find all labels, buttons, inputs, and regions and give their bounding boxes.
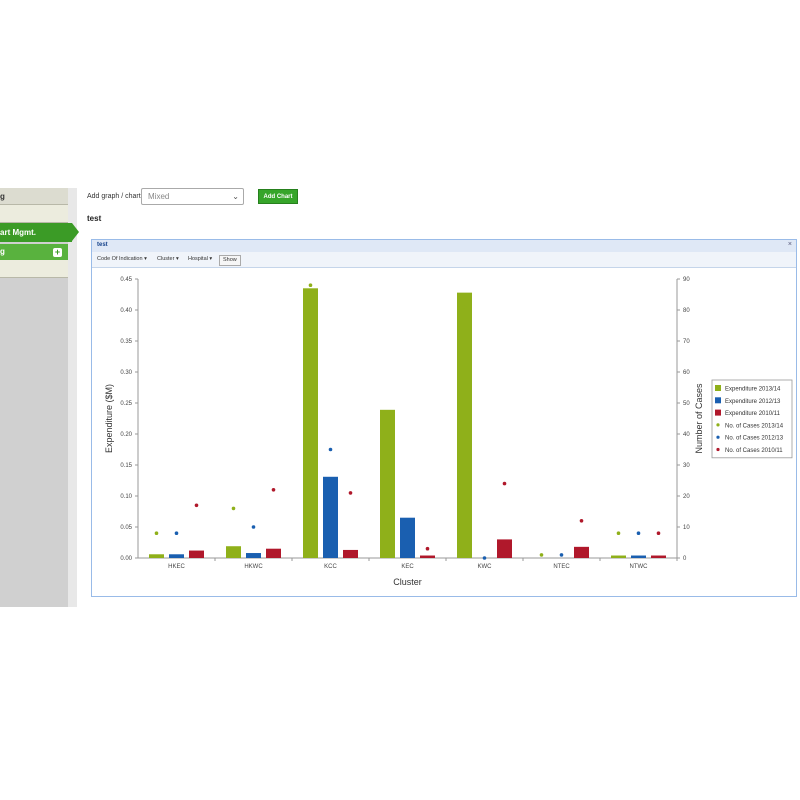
x-tick-label: HKEC	[168, 564, 185, 570]
chart-type-value: Mixed	[148, 192, 170, 201]
legend-label: No. of Cases 2013/14	[725, 423, 784, 429]
data-point	[308, 283, 313, 287]
data-point	[174, 531, 179, 535]
y2-tick-label: 30	[683, 463, 690, 469]
legend-marker	[716, 423, 720, 427]
x-tick-label: NTEC	[553, 564, 570, 570]
legend-label: No. of Cases 2012/13	[725, 436, 784, 442]
y-tick-label: 0.25	[120, 401, 132, 407]
page-title: test	[87, 214, 102, 223]
y2-tick-label: 0	[683, 556, 687, 562]
bar	[497, 539, 512, 558]
bar	[343, 549, 358, 558]
y-tick-label: 0.00	[120, 556, 132, 562]
data-point	[385, 450, 390, 455]
legend-label: Expenditure 2010/11	[725, 411, 781, 417]
x-tick-label: KEC	[401, 564, 414, 570]
chevron-down-icon: ⌄	[232, 192, 239, 201]
data-point	[579, 519, 584, 523]
data-point	[328, 447, 333, 452]
sidebar-item-blank[interactable]	[0, 260, 68, 278]
bar	[226, 546, 241, 558]
legend-marker	[716, 447, 720, 452]
data-point	[656, 531, 661, 535]
data-point	[154, 531, 159, 535]
mixed-chart: 0.00 0.05 0.10 0.15 0.20 0.25 0.30 0.35 0.40 0.45…	[104, 277, 793, 587]
data-point	[539, 553, 544, 557]
bar	[400, 517, 415, 558]
y2-tick-label: 40	[683, 432, 690, 438]
data-point	[559, 553, 564, 557]
data-point	[194, 503, 199, 508]
bar	[420, 555, 435, 558]
x-tick-label: HKWC	[244, 564, 263, 570]
data-point	[348, 491, 353, 495]
x-axis-title: Cluster	[393, 577, 422, 587]
y2-tick-label: 60	[683, 370, 690, 376]
data-point	[636, 531, 641, 535]
bar	[266, 548, 281, 558]
legend-label: No. of Cases 2010/11	[725, 448, 783, 454]
sidebar-item-chart-mgmt[interactable]: art Mgmt.	[0, 223, 72, 242]
bar	[246, 553, 261, 558]
legend-marker	[716, 435, 720, 439]
data-point	[231, 506, 236, 511]
y-tick-label: 0.10	[120, 494, 132, 500]
sidebar-item-blank[interactable]	[0, 205, 68, 223]
bar	[631, 555, 646, 558]
y-tick-label: 0.15	[120, 463, 132, 469]
bar	[323, 476, 338, 558]
sidebar-divider	[68, 188, 77, 607]
y-tick-label: 0.45	[120, 277, 132, 283]
x-tick-label: KCC	[324, 564, 337, 570]
y2-tick-label: 80	[683, 308, 690, 314]
legend-swatch	[715, 409, 721, 416]
y2-tick-label: 20	[683, 494, 690, 500]
x-tick-label: KWC	[478, 564, 493, 570]
sidebar: g art Mgmt. g +	[0, 188, 79, 607]
data-point	[271, 488, 276, 492]
bar	[574, 546, 589, 558]
bar	[380, 409, 395, 558]
data-point	[251, 525, 256, 529]
chart-panel: test × Code Of Indication ▾ Cluster ▾ Ho…	[91, 239, 797, 597]
data-point	[616, 531, 621, 535]
bar	[149, 554, 164, 558]
bar	[303, 288, 318, 558]
y2-tick-label: 50	[683, 401, 690, 407]
bar	[169, 554, 184, 558]
data-point	[482, 556, 487, 560]
add-chart-label: Add graph / chart:	[87, 193, 143, 200]
legend-label: Expenditure 2013/14	[725, 387, 781, 393]
y2-axis-title: Number of Cases	[694, 383, 704, 454]
data-point	[462, 305, 467, 309]
y-tick-label: 0.20	[120, 432, 132, 438]
legend-swatch	[715, 397, 721, 404]
bar	[457, 292, 472, 558]
bar	[611, 555, 626, 558]
add-chart-button[interactable]: Add Chart	[258, 189, 298, 204]
y-tick-label: 0.30	[120, 370, 132, 376]
y-tick-label: 0.40	[120, 308, 132, 314]
bar	[189, 550, 204, 558]
bar	[651, 555, 666, 558]
y-tick-label: 0.05	[120, 525, 132, 531]
y-axis-title: Expenditure ($M)	[104, 384, 114, 453]
x-tick-label: NTWC	[630, 564, 649, 570]
legend-label: Expenditure 2012/13	[725, 399, 781, 405]
y2-tick-label: 70	[683, 339, 690, 345]
y-tick-label: 0.35	[120, 339, 132, 345]
data-point	[425, 546, 430, 551]
y2-tick-label: 10	[683, 525, 690, 531]
data-point	[502, 481, 507, 486]
y2-tick-label: 90	[683, 277, 690, 283]
legend-swatch	[715, 385, 721, 391]
chart-type-select[interactable]: Mixed ⌄	[141, 188, 244, 205]
plus-icon[interactable]: +	[53, 248, 62, 257]
sidebar-item[interactable]: g	[0, 188, 68, 205]
active-arrow-icon	[72, 223, 79, 241]
